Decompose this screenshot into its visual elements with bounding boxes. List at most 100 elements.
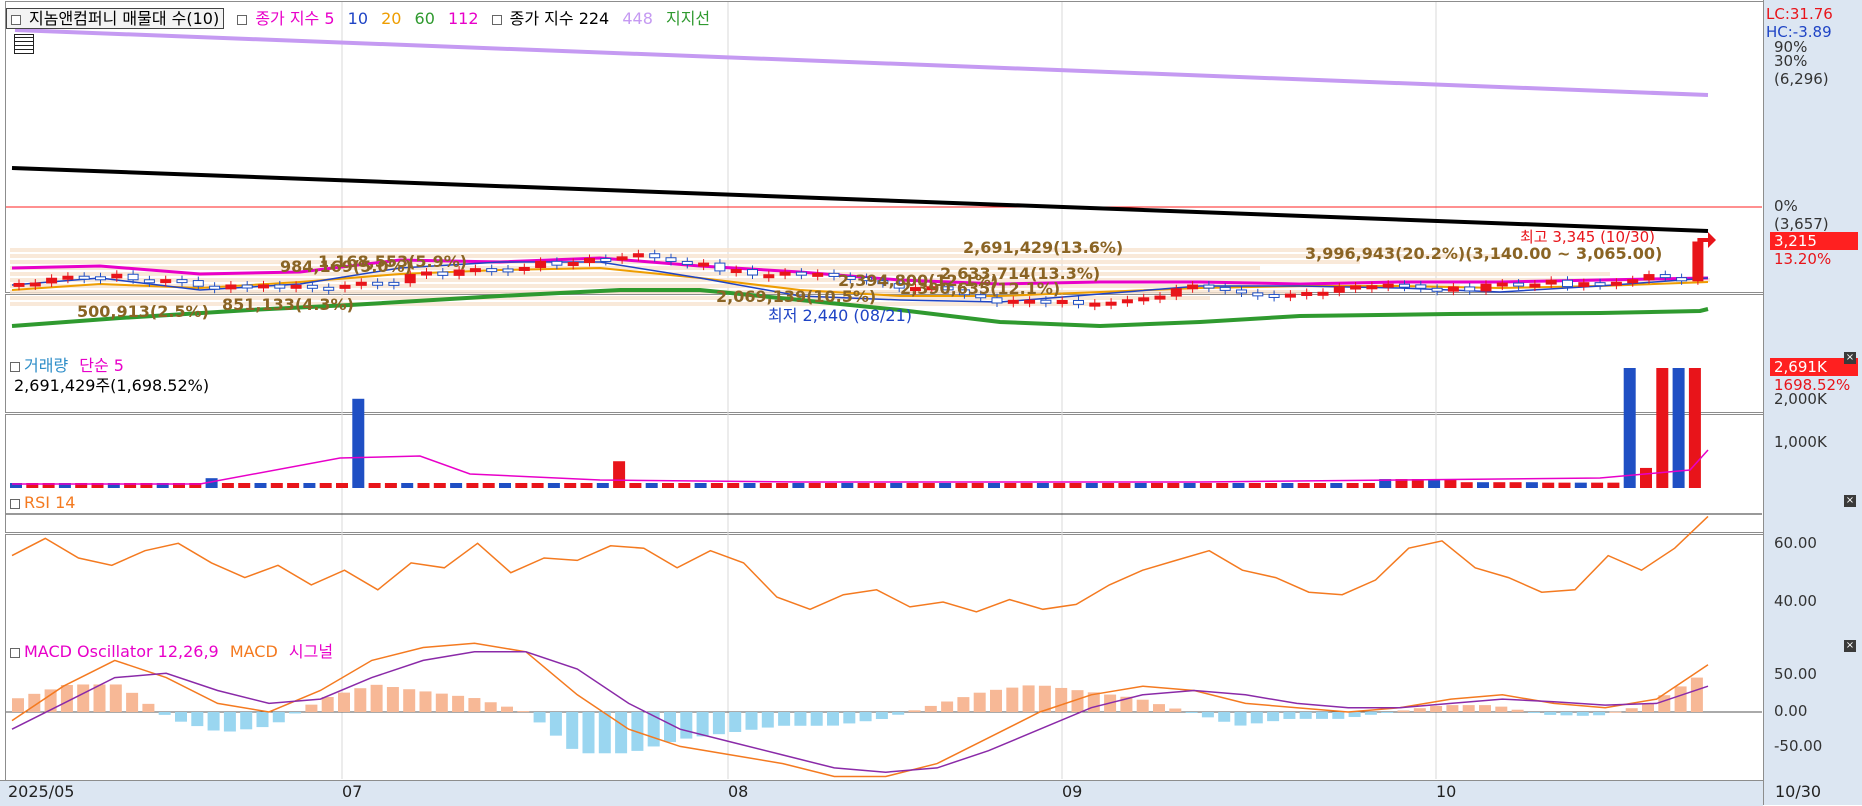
- macd-osc-title[interactable]: MACD Oscillator 12,26,9: [24, 642, 219, 661]
- macd-osc-bar-21: [354, 688, 367, 712]
- candle-28: [469, 268, 481, 273]
- candle-66: [1089, 302, 1101, 307]
- ma10-label[interactable]: 10: [348, 9, 368, 28]
- volume-bar-93: [1525, 482, 1538, 488]
- macd-osc-bar-52: [859, 712, 872, 722]
- x-label-09: 09: [1062, 782, 1083, 801]
- lc-label: LC:31.76: [1766, 5, 1833, 23]
- volume-bar-42: [694, 483, 707, 488]
- volume-bar-83: [1362, 483, 1375, 488]
- volume-bar-19: [319, 483, 332, 488]
- macd-osc-bar-4: [77, 684, 90, 712]
- candle-62: [1024, 299, 1036, 304]
- candle-9: [160, 279, 172, 284]
- candle-90: [1480, 283, 1492, 292]
- macd-osc-bar-13: [223, 712, 236, 732]
- volume-bar-16: [270, 483, 283, 488]
- macd-osc-bar-22: [370, 684, 383, 712]
- volume-bar-49: [808, 483, 821, 488]
- x-label-08: 08: [728, 782, 749, 801]
- stock-legend-item[interactable]: 지놈앤컴퍼니 매물대 수(10): [6, 8, 225, 29]
- candle-20: [339, 284, 351, 289]
- candle-39: [649, 253, 661, 259]
- candle-48: [795, 271, 807, 276]
- macd-close-icon[interactable]: ×: [1844, 640, 1856, 652]
- ma20-label[interactable]: 20: [381, 9, 401, 28]
- volume-bar-21: [352, 398, 365, 488]
- rsi-close-icon[interactable]: ×: [1844, 495, 1856, 507]
- candle-2: [46, 277, 58, 284]
- macd-osc-bar-50: [827, 712, 839, 726]
- volume-bar-58: [955, 483, 968, 488]
- ma448-label[interactable]: 448: [622, 9, 653, 28]
- volume-tick-2000: 2,000K: [1774, 390, 1827, 408]
- volume-bar-48: [792, 483, 805, 488]
- volume-bar-50: [825, 483, 837, 488]
- current-price-badge: 3,215: [1770, 232, 1858, 250]
- macd-osc-bar-43: [712, 712, 725, 735]
- volume-bar-70: [1151, 483, 1163, 488]
- tick-3657: (3,657): [1774, 215, 1829, 233]
- candle-86: [1415, 284, 1427, 289]
- ma224-title[interactable]: 종가 지수 224: [510, 9, 610, 28]
- volume-bar-28: [466, 483, 479, 488]
- volume-bar-61: [1004, 483, 1017, 488]
- macd-osc-bar-20: [338, 692, 350, 712]
- volume-bar-73: [1199, 483, 1212, 488]
- macd-signal-title[interactable]: 시그널: [289, 642, 333, 661]
- macd-osc-bar-5: [93, 684, 106, 712]
- candle-76: [1252, 292, 1264, 297]
- candle-63: [1040, 299, 1052, 304]
- tick-0: 0%: [1774, 197, 1798, 215]
- candle-31: [518, 266, 530, 271]
- ma-title[interactable]: 종가 지수 5: [255, 9, 334, 28]
- candle-30: [502, 268, 514, 273]
- macd-osc-bar-73: [1201, 712, 1214, 718]
- volume-close-icon[interactable]: ×: [1844, 352, 1856, 364]
- macd-osc-bar-9: [158, 712, 171, 715]
- volume-bar-33: [547, 483, 560, 488]
- candle-92: [1513, 282, 1525, 287]
- candle-103: [1692, 241, 1704, 282]
- macd-osc-bar-64: [1055, 687, 1068, 712]
- candle-18: [306, 284, 318, 289]
- ma60-label[interactable]: 60: [415, 9, 435, 28]
- macd-osc-bar-100: [1642, 704, 1654, 712]
- volume-bar-31: [515, 483, 528, 488]
- candle-29: [486, 268, 498, 273]
- candle-15: [258, 284, 269, 289]
- candle-75: [1236, 289, 1247, 294]
- macd-osc-bar-23: [386, 687, 399, 712]
- candle-100: [1643, 274, 1655, 281]
- macd-osc-bar-98: [1609, 711, 1622, 713]
- macd-osc-bar-19: [321, 697, 334, 712]
- macd-box-icon: [10, 647, 20, 658]
- macd-osc-bar-61: [1006, 687, 1019, 712]
- macd-title[interactable]: MACD: [230, 642, 278, 661]
- macd-osc-bar-72: [1185, 712, 1198, 713]
- candle-70: [1154, 295, 1166, 300]
- candle-85: [1399, 283, 1410, 288]
- macd-osc-bar-26: [435, 693, 448, 712]
- grid-table-icon[interactable]: [14, 34, 34, 54]
- vol-profile-a7: 2,390,635(12.1%): [900, 279, 1061, 298]
- macd-osc-bar-91: [1495, 706, 1508, 712]
- support-label[interactable]: 지지선: [666, 9, 710, 28]
- macd-osc-bar-15: [256, 712, 269, 728]
- candle-45: [747, 269, 758, 276]
- candle-33: [551, 260, 563, 266]
- candle-98: [1610, 281, 1622, 286]
- ma112-label[interactable]: 112: [448, 9, 479, 28]
- candle-82: [1350, 285, 1362, 290]
- macd-osc-bar-11: [191, 712, 204, 727]
- volume-bar-18: [303, 483, 316, 488]
- macd-osc-bar-24: [403, 689, 416, 712]
- macd-osc-bar-54: [892, 712, 905, 715]
- candle-74: [1219, 286, 1231, 291]
- macd-osc-bar-71: [1169, 708, 1182, 712]
- macd-osc-bar-79: [1299, 712, 1312, 719]
- rsi-title[interactable]: RSI 14: [24, 493, 75, 512]
- vol-profile-a8: 2,069,139(10.5%): [716, 287, 877, 306]
- volume-bar-17: [287, 483, 300, 488]
- candle-10: [176, 279, 188, 284]
